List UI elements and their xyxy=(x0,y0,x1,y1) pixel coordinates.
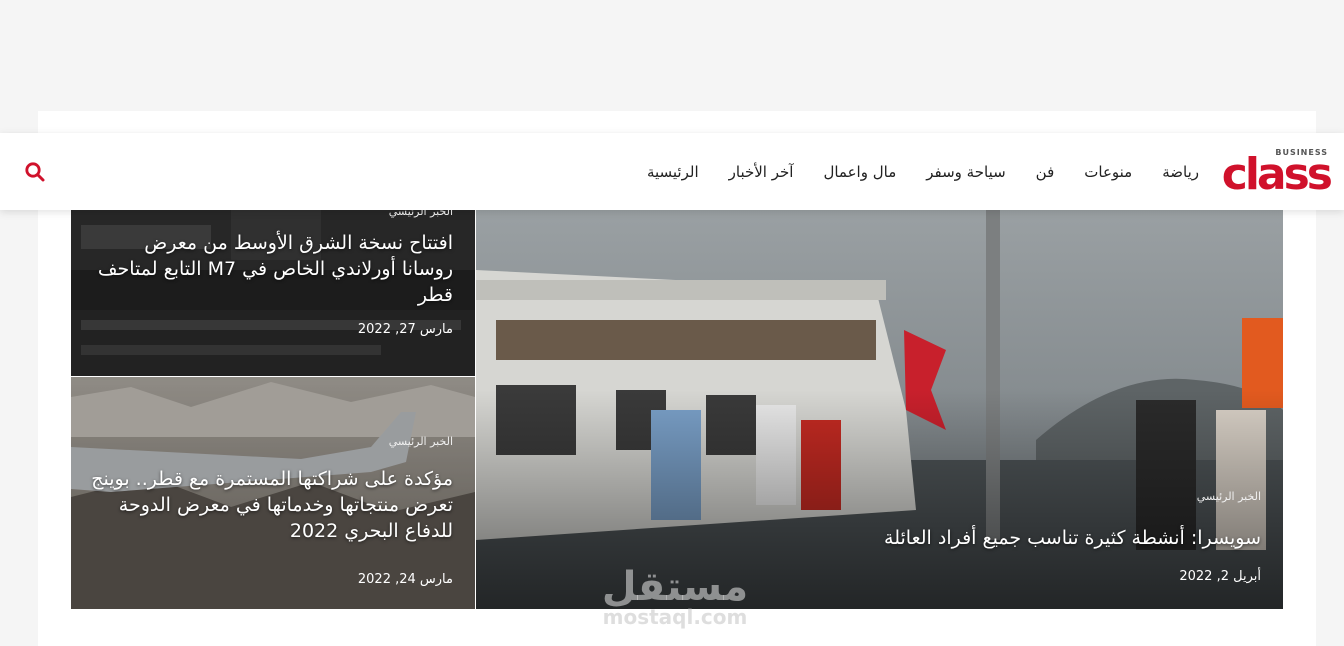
boeing-caption: الخبر الرئيسي مؤكدة على شراكتها المستمرة… xyxy=(91,435,453,587)
category-label[interactable]: الخبر الرئيسي xyxy=(91,210,453,218)
nav-item-latest-news[interactable]: آخر الأخبار xyxy=(729,163,794,181)
watermark-arabic: مستقل xyxy=(601,564,749,610)
museum-caption: الخبر الرئيسي افتتاح نسخة الشرق الأوسط م… xyxy=(91,210,453,337)
article-title[interactable]: سويسرا: أنشطة كثيرة تناسب جميع أفراد الع… xyxy=(496,525,1261,551)
category-label[interactable]: الخبر الرئيسي xyxy=(91,435,453,448)
nav-item-misc[interactable]: منوعات xyxy=(1084,163,1132,181)
watermark-latin: mostaql.com xyxy=(602,605,748,629)
nav-item-sports[interactable]: رياضة xyxy=(1162,163,1199,181)
featured-article-main[interactable]: الخبر الرئيسي سويسرا: أنشطة كثيرة تناسب … xyxy=(476,210,1283,609)
nav-item-travel[interactable]: سياحة وسفر xyxy=(926,163,1005,181)
watermark: مستقل mostaql.com xyxy=(590,565,760,635)
featured-article-boeing[interactable]: الخبر الرئيسي مؤكدة على شراكتها المستمرة… xyxy=(71,377,475,609)
featured-article-museum[interactable]: الخبر الرئيسي افتتاح نسخة الشرق الأوسط م… xyxy=(71,210,475,376)
nav-item-business[interactable]: مال واعمال xyxy=(823,163,896,181)
nav-item-art[interactable]: فن xyxy=(1036,163,1055,181)
article-date: مارس 27, 2022 xyxy=(357,322,453,337)
search-icon[interactable] xyxy=(24,161,46,183)
article-date: مارس 24, 2022 xyxy=(357,572,453,587)
site-logo[interactable]: BUSINESS class xyxy=(1221,148,1333,200)
logo-wordmark: class xyxy=(1221,149,1333,200)
nav-item-home[interactable]: الرئيسية xyxy=(647,163,699,181)
category-label[interactable]: الخبر الرئيسي xyxy=(496,490,1261,503)
nav-menu: الرئيسية آخر الأخبار مال واعمال سياحة وس… xyxy=(647,133,1199,210)
article-title[interactable]: مؤكدة على شراكتها المستمرة مع قطر.. بوين… xyxy=(91,466,453,544)
main-navbar: BUSINESS class الرئيسية آخر الأخبار مال … xyxy=(0,133,1344,210)
article-title[interactable]: افتتاح نسخة الشرق الأوسط من معرض روسانا … xyxy=(91,230,453,308)
